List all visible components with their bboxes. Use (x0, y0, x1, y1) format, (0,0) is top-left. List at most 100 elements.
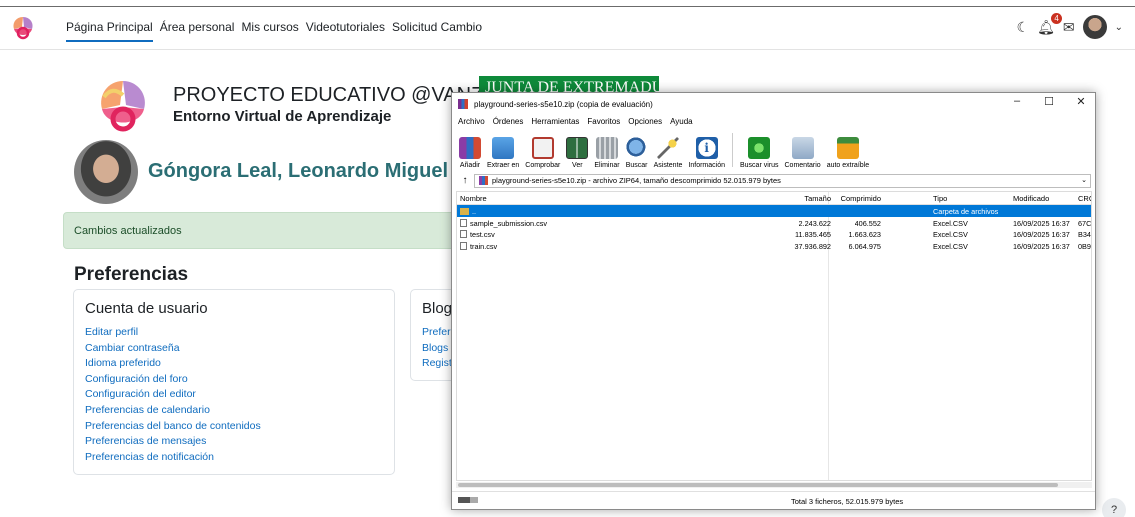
find-button[interactable]: Buscar (623, 131, 651, 169)
nav-my-courses[interactable]: Mis cursos (241, 20, 298, 42)
winrar-statusbar: Total 3 ficheros, 52.015.979 bytes (452, 491, 1095, 509)
comment-icon (791, 137, 814, 159)
view-button[interactable]: Ver (563, 131, 591, 169)
folder-extract-icon (492, 137, 515, 159)
winrar-menubar: Archivo Órdenes Herramientas Favoritos O… (458, 117, 693, 126)
sfx-button[interactable]: auto extraíble (824, 131, 872, 169)
horizontal-scrollbar[interactable] (456, 482, 1092, 488)
nav-dashboard[interactable]: Área personal (160, 20, 235, 42)
virus-scan-button[interactable]: Buscar virus (737, 131, 782, 169)
col-size-header[interactable]: Tamaño (804, 194, 831, 203)
file-icon (460, 230, 467, 239)
folder-icon (460, 208, 469, 215)
winrar-titlebar[interactable]: playground-series-s5e10.zip (copia de ev… (452, 93, 1095, 115)
col-packed-header[interactable]: Comprimido (841, 194, 881, 203)
maximize-icon[interactable]: ☐ (1041, 95, 1057, 108)
magnifier-icon (625, 137, 648, 159)
sfx-box-icon (836, 137, 859, 159)
nav-change-request[interactable]: Solicitud Cambio (392, 20, 482, 42)
site-logo-icon[interactable] (10, 13, 36, 43)
zip-archive-icon (479, 176, 488, 185)
winrar-app-icon (458, 99, 468, 109)
user-tools: ☾ 🔔︎ 4 ✉ ⌄ (1017, 12, 1123, 39)
table-row[interactable]: test.csv 11.835.465 1.663.623 Excel.CSV … (457, 228, 1091, 240)
nav-videotutorials[interactable]: Videotutoriales (306, 20, 385, 42)
toolbar-separator (731, 133, 733, 167)
profile-name: Góngora Leal, Leonardo Miguel (148, 160, 449, 182)
info-button[interactable]: i Información (685, 131, 728, 169)
file-list-header: Nombre Tamaño Comprimido Tipo Modificado… (457, 192, 1091, 205)
test-button[interactable]: Comprobar (522, 131, 563, 169)
success-alert: Cambios actualizados (63, 212, 463, 249)
notifications-bell-icon[interactable]: 🔔︎ 4 (1037, 12, 1062, 36)
extract-to-button[interactable]: Extraer en (484, 131, 522, 169)
winrar-window: playground-series-s5e10.zip (copia de ev… (451, 92, 1096, 510)
add-button[interactable]: Añadir (456, 131, 484, 169)
notification-count-badge: 4 (1051, 12, 1062, 24)
table-row[interactable]: train.csv 37.936.892 6.064.975 Excel.CSV… (457, 240, 1091, 252)
col-crc-header[interactable]: CRC32 (1078, 194, 1091, 203)
table-row[interactable]: sample_submission.csv 2.243.622 406.552 … (457, 217, 1091, 229)
profile-picture (74, 140, 138, 204)
delete-button[interactable]: Eliminar (591, 131, 622, 169)
magic-wand-icon (657, 137, 679, 159)
menu-ordenes[interactable]: Órdenes (493, 117, 524, 126)
nav-home[interactable]: Página Principal (66, 20, 153, 42)
archive-path-field[interactable]: playground-series-s5e10.zip - archivo ZI… (474, 173, 1091, 188)
brand-subtitle: Entorno Virtual de Aprendizaje (173, 108, 392, 125)
scrollbar-thumb[interactable] (458, 483, 1058, 487)
col-name-header[interactable]: Nombre (460, 194, 820, 203)
link-preferred-language[interactable]: Idioma preferido (85, 356, 383, 372)
brand-logo-icon (101, 81, 145, 132)
menu-archivo[interactable]: Archivo (458, 117, 485, 126)
link-calendar-preferences[interactable]: Preferencias de calendario (85, 403, 383, 419)
link-edit-profile[interactable]: Editar perfil (85, 325, 383, 341)
archive-path-text: playground-series-s5e10.zip - archivo ZI… (492, 176, 781, 185)
dark-mode-moon-icon[interactable]: ☾ (1017, 19, 1030, 36)
link-message-preferences[interactable]: Preferencias de mensajes (85, 434, 383, 450)
status-total: Total 3 ficheros, 52.015.979 bytes (791, 497, 904, 506)
top-navbar: Página Principal Área personal Mis curso… (0, 6, 1135, 50)
trash-icon (595, 137, 618, 159)
books-add-icon (459, 137, 481, 159)
info-icon: i (695, 137, 718, 159)
user-account-card-title: Cuenta de usuario (85, 300, 208, 317)
col-modified-header[interactable]: Modificado (1013, 194, 1049, 203)
link-content-bank-preferences[interactable]: Preferencias del banco de contenidos (85, 419, 383, 435)
winrar-window-title: playground-series-s5e10.zip (copia de ev… (474, 100, 653, 109)
comment-button[interactable]: Comentario (782, 131, 824, 169)
close-icon[interactable]: ✕ (1073, 95, 1089, 108)
file-icon (460, 218, 467, 227)
virus-icon (748, 137, 771, 159)
link-forum-settings[interactable]: Configuración del foro (85, 372, 383, 388)
link-editor-settings[interactable]: Configuración del editor (85, 387, 383, 403)
page-title: Preferencias (74, 264, 189, 285)
user-avatar[interactable] (1082, 15, 1107, 39)
menu-ayuda[interactable]: Ayuda (670, 117, 693, 126)
link-notification-preferences[interactable]: Preferencias de notificación (85, 450, 383, 466)
menu-herramientas[interactable]: Herramientas (531, 117, 579, 126)
col-type-header[interactable]: Tipo (933, 194, 947, 203)
checklist-icon (531, 137, 554, 159)
primary-navigation: Página Principal Área personal Mis curso… (66, 20, 489, 42)
up-arrow-icon[interactable]: ↑ (456, 175, 474, 186)
link-change-password[interactable]: Cambiar contraseña (85, 341, 383, 357)
help-button[interactable]: ? (1102, 498, 1126, 517)
menu-opciones[interactable]: Opciones (628, 117, 662, 126)
file-icon (460, 241, 467, 250)
open-book-icon (566, 137, 589, 159)
window-controls: – ☐ ✕ (1009, 95, 1089, 108)
minimize-icon[interactable]: – (1009, 95, 1025, 108)
wizard-button[interactable]: Asistente (651, 131, 686, 169)
chevron-down-icon[interactable]: ⌄ (1081, 176, 1087, 184)
menu-favoritos[interactable]: Favoritos (587, 117, 620, 126)
table-row-parent[interactable]: .. Carpeta de archivos (457, 205, 1091, 217)
user-account-card: Cuenta de usuario Editar perfil Cambiar … (73, 289, 395, 475)
messages-envelope-icon[interactable]: ✉ (1063, 19, 1075, 36)
archive-path-bar: ↑ playground-series-s5e10.zip - archivo … (456, 173, 1091, 188)
winrar-toolbar: Añadir Extraer en Comprobar Ver Eliminar… (456, 131, 872, 169)
brand-title: PROYECTO EDUCATIVO @VANZA (173, 84, 497, 106)
drive-icon[interactable] (458, 497, 478, 503)
chevron-down-icon[interactable]: ⌄ (1115, 22, 1123, 33)
file-list: Nombre Tamaño Comprimido Tipo Modificado… (456, 191, 1092, 481)
